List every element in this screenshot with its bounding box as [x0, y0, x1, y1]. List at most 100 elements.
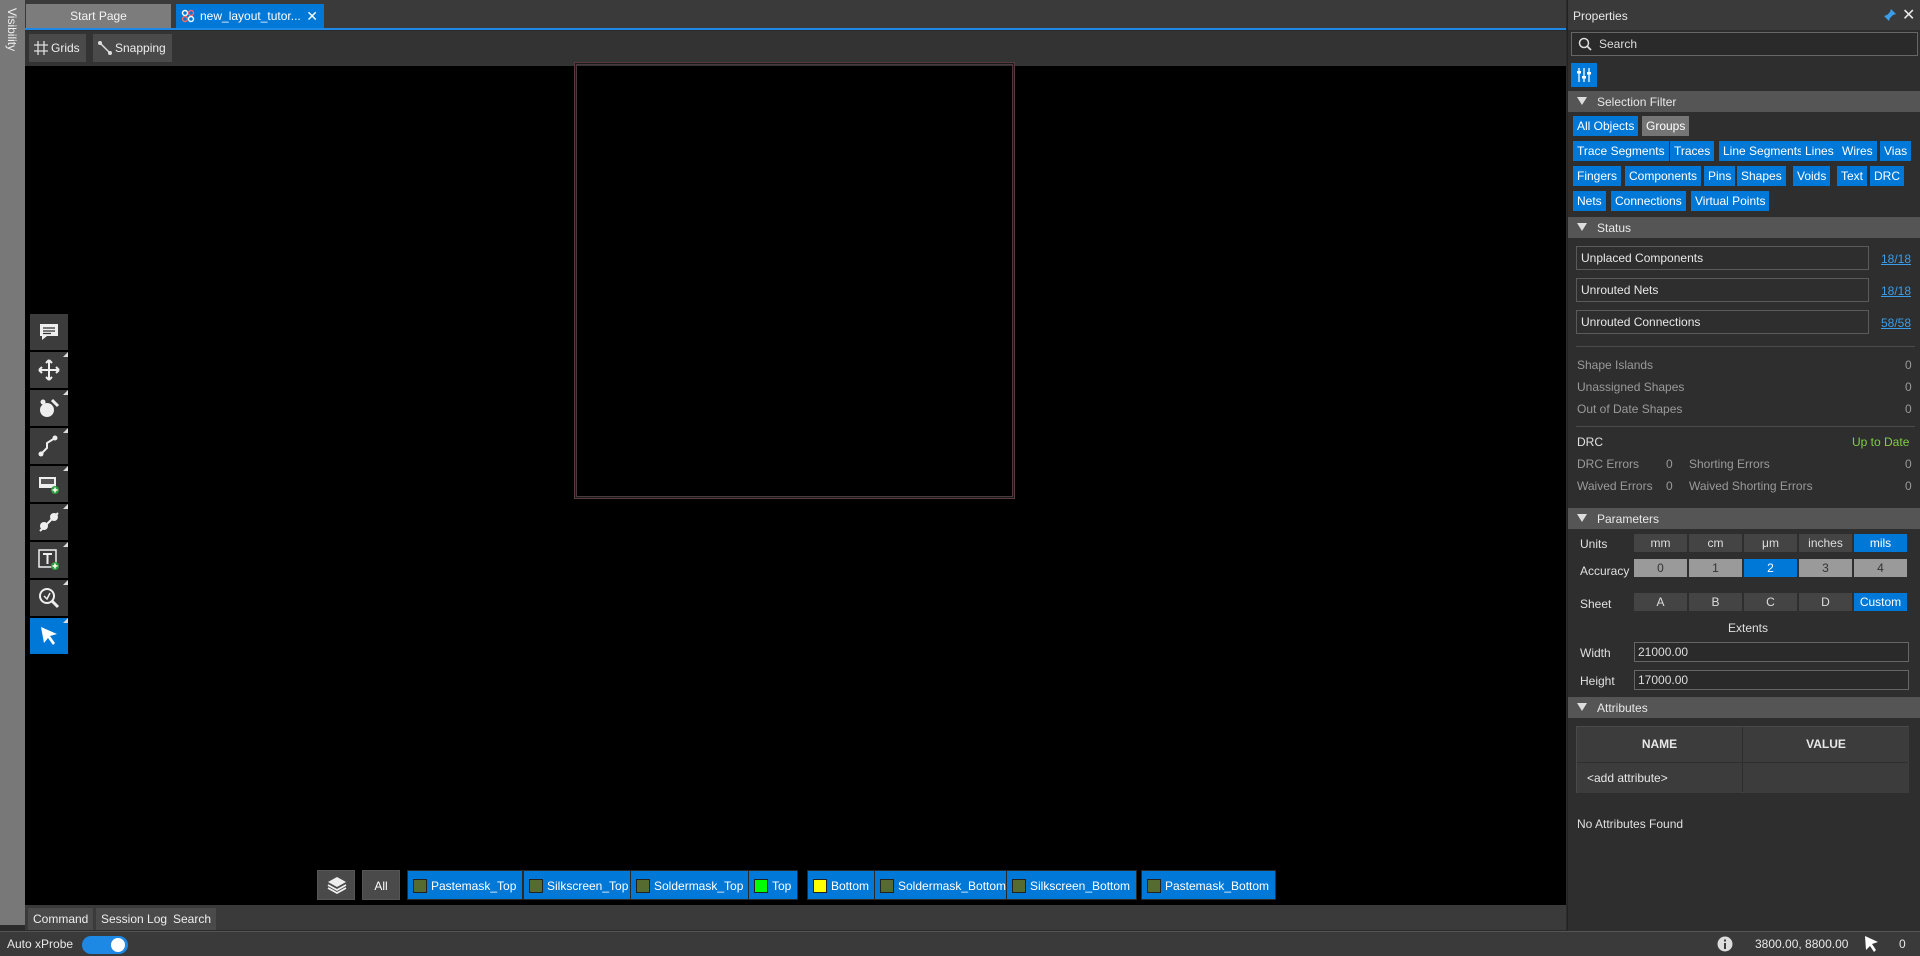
filter-chip-traces[interactable]: Traces	[1670, 141, 1715, 161]
layer-toggle-top[interactable]: Top	[748, 870, 799, 900]
layer-toggle-silkscreen-top[interactable]: Silkscreen_Top	[523, 870, 636, 900]
layer-label: Pastemask_Bottom	[1165, 879, 1270, 893]
filter-chip-pins[interactable]: Pins	[1704, 166, 1736, 186]
move-icon	[38, 359, 60, 381]
accuracy-option-0[interactable]: 0	[1634, 559, 1687, 577]
filter-chip-voids[interactable]: Voids	[1793, 166, 1831, 186]
sheet-option-custom[interactable]: Custom	[1854, 593, 1907, 611]
layer-color-swatch[interactable]	[1147, 879, 1161, 893]
attributes-value-header[interactable]: VALUE	[1743, 727, 1909, 762]
pointer-icon	[41, 627, 57, 645]
layer-toggle-soldermask-bottom[interactable]: Soldermask_Bottom	[874, 870, 1014, 900]
filter-chip-vias[interactable]: Vias	[1880, 141, 1912, 161]
filter-chip-fingers[interactable]: Fingers	[1573, 166, 1622, 186]
tab-start-page[interactable]: Start Page	[26, 4, 171, 28]
filter-chip-lines[interactable]: Lines	[1801, 141, 1838, 161]
status-bar: Auto xProbe 3800.00, 8800.00 0	[0, 931, 1920, 956]
add-attribute-cell[interactable]: <add attribute>	[1577, 763, 1742, 793]
filter-chip-wires[interactable]: Wires	[1838, 141, 1877, 161]
snapping-button[interactable]: Snapping	[93, 34, 172, 62]
layer-color-swatch[interactable]	[413, 879, 427, 893]
accuracy-option-1[interactable]: 1	[1689, 559, 1742, 577]
units-option-mils[interactable]: mils	[1854, 534, 1907, 552]
add-text-tool-button[interactable]	[30, 542, 68, 578]
move-tool-button[interactable]	[30, 352, 68, 388]
filter-chip-drc[interactable]: DRC	[1870, 166, 1904, 186]
unrouted-connections-link[interactable]: 58/58	[1881, 316, 1911, 330]
attributes-header[interactable]: Attributes	[1568, 697, 1920, 718]
connect-tool-button[interactable]	[30, 504, 68, 540]
close-icon[interactable]: ✕	[306, 4, 318, 28]
filter-chip-text[interactable]: Text	[1837, 166, 1868, 186]
filter-chip-groups[interactable]: Groups	[1642, 116, 1690, 136]
layer-color-swatch[interactable]	[1012, 879, 1026, 893]
unplaced-components-link[interactable]: 18/18	[1881, 252, 1911, 266]
filter-chip-line-segments[interactable]: Line Segments	[1719, 141, 1808, 161]
filter-chip-connections[interactable]: Connections	[1611, 191, 1686, 211]
close-panel-icon[interactable]: ✕	[1902, 5, 1915, 25]
auto-xprobe-toggle[interactable]	[82, 936, 128, 954]
add-shape-tool-button[interactable]	[30, 466, 68, 502]
width-field[interactable]: 21000.00	[1634, 642, 1909, 662]
status-row-unplaced-components: Unplaced Components	[1576, 246, 1869, 270]
interactive-route-tool-button[interactable]	[30, 390, 68, 426]
tab-layout[interactable]: new_layout_tutor... ✕	[176, 4, 324, 28]
info-icon[interactable]	[1717, 936, 1733, 952]
units-option-cm[interactable]: cm	[1689, 534, 1742, 552]
tab-command[interactable]: Command	[28, 908, 94, 930]
layer-toggle-soldermask-top[interactable]: Soldermask_Top	[630, 870, 751, 900]
accuracy-option-4[interactable]: 4	[1854, 559, 1907, 577]
snapping-label: Snapping	[115, 41, 166, 55]
layer-toggle-bottom[interactable]: Bottom	[807, 870, 877, 900]
sheet-option-c[interactable]: C	[1744, 593, 1797, 611]
parameters-header[interactable]: Parameters	[1568, 508, 1920, 529]
submenu-arrow-icon	[63, 352, 68, 357]
pin-icon[interactable]	[1883, 8, 1897, 22]
filter-chip-all-objects[interactable]: All Objects	[1573, 116, 1639, 136]
layer-color-swatch[interactable]	[813, 879, 827, 893]
selection-filter-header[interactable]: Selection Filter	[1568, 91, 1920, 112]
layer-toggle-pastemask-top[interactable]: Pastemask_Top	[407, 870, 524, 900]
grids-button[interactable]: Grids	[29, 34, 86, 62]
layer-label: Top	[772, 879, 792, 893]
filter-settings-button[interactable]	[1571, 63, 1597, 87]
comment-tool-button[interactable]	[30, 314, 68, 350]
tab-session-log[interactable]: Session Log	[96, 908, 173, 930]
layer-color-swatch[interactable]	[754, 879, 768, 893]
select-tool-button[interactable]	[30, 618, 68, 654]
layers-button[interactable]	[317, 870, 355, 900]
accuracy-option-3[interactable]: 3	[1799, 559, 1852, 577]
height-field[interactable]: 17000.00	[1634, 670, 1909, 690]
units-option-mm[interactable]: mm	[1634, 534, 1687, 552]
filter-chip-nets[interactable]: Nets	[1573, 191, 1606, 211]
sheet-option-a[interactable]: A	[1634, 593, 1687, 611]
layer-color-swatch[interactable]	[636, 879, 650, 893]
submenu-arrow-icon	[63, 466, 68, 471]
layer-toggle-pastemask-bottom[interactable]: Pastemask_Bottom	[1141, 870, 1277, 900]
filter-chip-shapes[interactable]: Shapes	[1737, 166, 1786, 186]
layer-color-swatch[interactable]	[529, 879, 543, 893]
attributes-name-header[interactable]: NAME	[1577, 727, 1742, 762]
unrouted-nets-link[interactable]: 18/18	[1881, 284, 1911, 298]
visibility-panel-tab[interactable]: Visibility	[0, 0, 25, 925]
trace-tool-button[interactable]	[30, 428, 68, 464]
layer-color-swatch[interactable]	[880, 879, 894, 893]
filter-chip-virtual-points[interactable]: Virtual Points	[1691, 191, 1770, 211]
tab-search[interactable]: Search	[168, 908, 217, 930]
status-header[interactable]: Status	[1568, 217, 1920, 238]
collapse-triangle-icon	[1577, 97, 1587, 105]
units-option-inches[interactable]: inches	[1799, 534, 1852, 552]
zoom-tool-button[interactable]	[30, 580, 68, 616]
accuracy-option-2[interactable]: 2	[1744, 559, 1797, 577]
filter-chip-components[interactable]: Components	[1625, 166, 1702, 186]
attribute-value-cell[interactable]	[1743, 763, 1909, 793]
layout-canvas[interactable]	[25, 62, 1566, 905]
all-layers-button[interactable]: All	[362, 870, 400, 900]
layer-toggle-silkscreen-bottom[interactable]: Silkscreen_Bottom	[1006, 870, 1138, 900]
properties-search[interactable]	[1571, 32, 1918, 56]
search-input[interactable]	[1599, 36, 1899, 52]
units-option--m[interactable]: μm	[1744, 534, 1797, 552]
sheet-option-d[interactable]: D	[1799, 593, 1852, 611]
filter-chip-trace-segments[interactable]: Trace Segments	[1573, 141, 1669, 161]
sheet-option-b[interactable]: B	[1689, 593, 1742, 611]
